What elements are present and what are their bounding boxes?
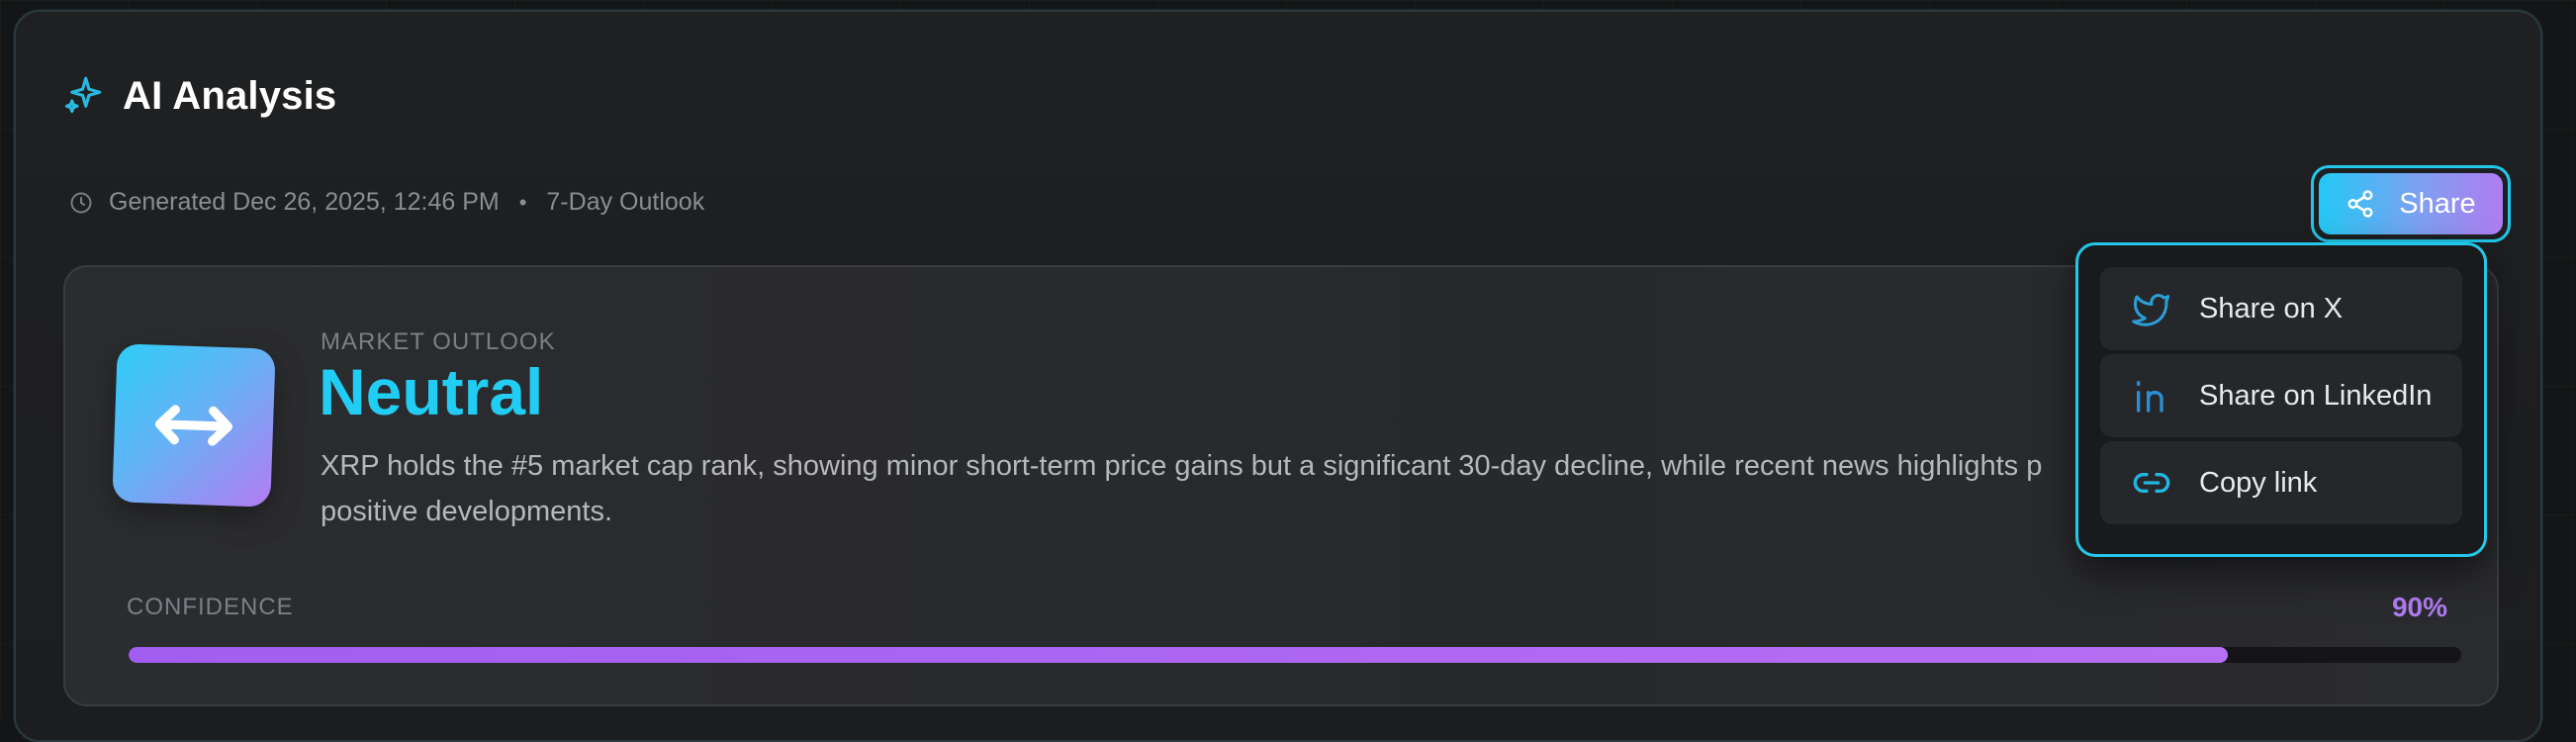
card-title: AI Analysis [123,74,336,119]
link-icon [2132,463,2171,503]
copy-link-item[interactable]: Copy link [2100,441,2462,524]
share-button-body[interactable]: Share [2319,173,2503,234]
outlook-badge [112,343,275,507]
share-on-linkedin-label: Share on LinkedIn [2199,380,2432,413]
summary-line-1: XRP holds the #5 market cap rank, showin… [321,443,2200,489]
twitter-icon [2132,289,2171,328]
confidence-bar-fill [129,647,2228,663]
confidence-label: CONFIDENCE [127,594,294,621]
outlook-horizon: 7-Day Outlook [546,188,704,217]
share-on-linkedin-item[interactable]: Share on LinkedIn [2100,354,2462,437]
market-outlook-label: MARKET OUTLOOK [321,328,556,356]
share-button[interactable]: Share [2311,165,2511,242]
arrows-left-right-icon [146,378,240,472]
copy-link-label: Copy link [2199,467,2317,500]
sparkle-icon [63,73,105,120]
confidence-bar-track [129,647,2461,663]
linkedin-icon [2132,376,2171,416]
share-on-x-label: Share on X [2199,293,2343,325]
meta-separator: • [519,190,527,216]
clock-icon [69,191,93,215]
outlook-summary: XRP holds the #5 market cap rank, showin… [321,443,2200,534]
share-button-label: Share [2399,188,2475,221]
generated-timestamp: Generated Dec 26, 2025, 12:46 PM [109,188,500,217]
share-on-x-item[interactable]: Share on X [2100,267,2462,350]
card-header: AI Analysis [63,73,336,120]
share-icon [2346,189,2375,219]
summary-line-2: positive developments. [321,489,2200,534]
sentiment-value: Neutral [319,354,543,429]
share-dropdown-menu: Share on X Share on LinkedIn Copy link [2075,242,2487,557]
meta-row: Generated Dec 26, 2025, 12:46 PM • 7-Day… [69,188,704,217]
confidence-value: 90% [2392,592,2447,623]
